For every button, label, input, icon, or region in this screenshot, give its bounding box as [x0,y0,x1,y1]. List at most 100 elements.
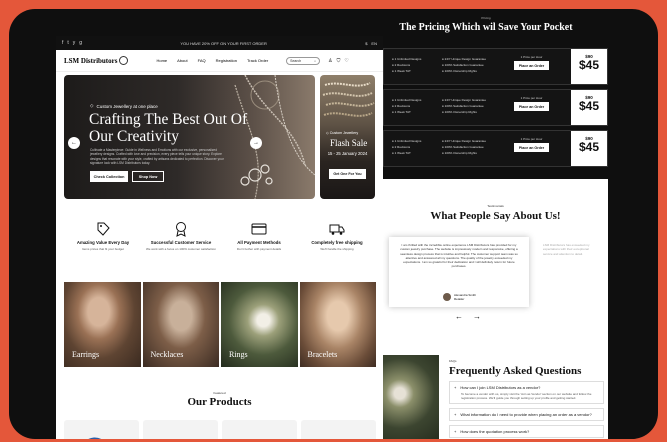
nav-about[interactable]: About [177,58,187,63]
plan-price-box: $90 $45 [571,90,607,125]
plus-icon: + [454,385,457,390]
feature-value: Amazing Value Every Day Items prices tha… [64,221,142,251]
feature-desc: Items prices that fit your budget [82,247,124,251]
flash-sale-card: ◇ Custom Jewellery Flash Sale 15 - 25 Ja… [320,75,375,199]
card-icon [251,223,267,235]
product-card[interactable] [143,420,218,439]
products-heading: Featured Our Products [56,391,383,408]
feature-desc: We'll handle the shipping [320,247,354,251]
search-placeholder: Search [290,58,302,63]
feature-title: Amazing Value Every Day [76,240,130,245]
testimonials-heading: Testimonials What People Say About Us! [383,204,608,222]
faq-item[interactable]: + What information do I need to provide w… [449,408,604,422]
product-image [222,420,297,439]
feature-desc: Don't bother with payment details [236,247,282,251]
testimonial-nav: ← → [455,312,481,321]
plan-price: $45 [578,58,600,72]
pricing-title: The Pricing Which wil Save Your Pocket [399,22,573,33]
feature-title: All Payment Methods [237,240,281,245]
nav-registration[interactable]: Registration [216,58,237,63]
nav-track-order[interactable]: Track Order [247,58,268,63]
plan-features-a: ● 1 Unlimited Designs ● 2 Revisions ● 1 … [392,98,422,114]
search-input[interactable]: Search ⌕ [286,56,321,65]
products-row [64,420,376,439]
shop-now-button[interactable]: Shop Now [132,171,164,182]
user-icon[interactable]: ♙ [328,58,332,64]
plan-features-a: ● 1 Unlimited Designs ● 2 Revisions ● 1 … [392,57,422,73]
products-title: Our Products [187,396,252,408]
plan-price-box: $90 $45 [571,49,607,84]
nav-menu: Home About FAQ Registration Track Order [156,58,268,63]
plan-features-a: ● 1 Unlimited Designs ● 2 Revisions ● 1 … [392,139,422,155]
hero-eyebrow: ◇ Custom Jewellery at one place [90,103,158,109]
nav-faq[interactable]: FAQ [198,58,206,63]
feature-shipping: Completely free shipping We'll handle th… [298,221,376,251]
nav-home[interactable]: Home [156,58,167,63]
category-necklaces[interactable]: Necklaces [142,282,219,367]
categories-row: Earrings Necklaces Rings Bracelets [64,282,376,367]
top-bar: f t y g YOU HAVE 20% OFF ON YOUR FIRST O… [56,36,383,50]
plus-icon: + [454,412,457,418]
pricing-plan: ● 1 Unlimited Designs ● 2 Revisions ● 1 … [383,48,608,85]
pricing-plan: ● 1 Unlimited Designs ● 2 Revisions ● 1 … [383,130,608,167]
hero-eyebrow-text: Custom Jewellery at one place [96,103,158,109]
arrow-right-icon: → [253,140,259,146]
plan-features-b: ● 24/7 Unique Design Guarantee ● 100% Sa… [442,139,487,155]
product-card[interactable] [301,420,376,439]
get-one-button[interactable]: Get One For You [329,169,366,179]
google-icon[interactable]: g [79,40,82,46]
flash-date: 15 - 25 January 2024 [327,151,368,156]
currency-select[interactable]: $ [365,41,367,46]
plan-price: $45 [578,140,600,154]
product-card[interactable] [222,420,297,439]
faq-item[interactable]: + How can I join LSM Distributors as a ve… [449,381,604,405]
product-card[interactable] [64,420,139,439]
arrow-right-icon[interactable]: → [473,312,481,321]
arrow-left-icon[interactable]: ← [455,312,463,321]
category-earrings[interactable]: Earrings [64,282,141,367]
check-collection-button[interactable]: Check Collection [90,171,128,182]
bracelets-image [322,82,375,117]
wishlist-icon[interactable]: ♡ [344,58,348,64]
feature-service: Successful Customer Service We work with… [142,221,220,251]
youtube-icon[interactable]: y [73,40,76,46]
place-order-button[interactable]: Place an Order [514,102,549,111]
faq-section: FAQs Frequently Asked Questions + How can… [449,359,604,439]
pricing-plan: ● 1 Unlimited Designs ● 2 Revisions ● 1 … [383,89,608,126]
homepage-panel: f t y g YOU HAVE 20% OFF ON YOUR FIRST O… [56,36,383,439]
nav-icons: ♙ ⛉ ♡ [328,58,349,64]
hero-next-arrow[interactable]: → [250,137,262,149]
feature-desc: We work with a focus on 100% customer sa… [146,247,216,251]
flash-eyebrow: ◇ Custom Jewellery [326,131,358,135]
category-bracelets[interactable]: Bracelets [299,282,376,367]
plan-features-b: ● 24/7 Unique Design Guarantee ● 100% Sa… [442,98,487,114]
category-rings[interactable]: Rings [221,282,298,367]
hero-prev-arrow[interactable]: ← [68,137,80,149]
device-frame: f t y g YOU HAVE 20% OFF ON YOUR FIRST O… [9,9,658,439]
language-select[interactable]: EN [371,41,377,46]
faq-item[interactable]: + How does the quotation process work? [449,425,604,439]
plan-price-note: 1 Price per Hour [520,137,543,141]
place-order-button[interactable]: Place an Order [514,61,549,70]
faq-question: How does the quotation process work? [460,429,530,435]
value-tag-icon [97,222,110,236]
site-logo[interactable]: LSM Distributors [64,56,129,65]
faq-question: What information do I need to provide wh… [460,412,592,418]
twitter-icon[interactable]: t [67,40,68,46]
facebook-icon[interactable]: f [62,40,63,46]
hero-slider: ← → ◇ Custom Jewellery at one place Craft… [64,75,315,199]
feature-title: Completely free shipping [311,240,363,245]
logo-text: LSM Distributors [64,56,118,65]
testimonials-title: What People Say About Us! [430,210,561,222]
testimonial-card-next: LSM Distributors has exceeded my expecta… [543,243,590,256]
cart-icon[interactable]: ⛉ [337,58,341,64]
plan-price-note: 1 Price per Hour [520,55,543,59]
hero-body: Cultivate a Masterpiece: Guide in Wellne… [90,148,224,166]
pricing-eyebrow: Pricing [481,16,491,20]
feature-payment: All Payment Methods Don't bother with pa… [220,221,298,251]
plan-price: $45 [578,99,600,113]
feature-title: Successful Customer Service [150,240,212,245]
place-order-button[interactable]: Place an Order [514,143,549,152]
flash-eyebrow-text: Custom Jewellery [329,131,359,135]
plan-price-note: 1 Price per Hour [520,96,543,100]
